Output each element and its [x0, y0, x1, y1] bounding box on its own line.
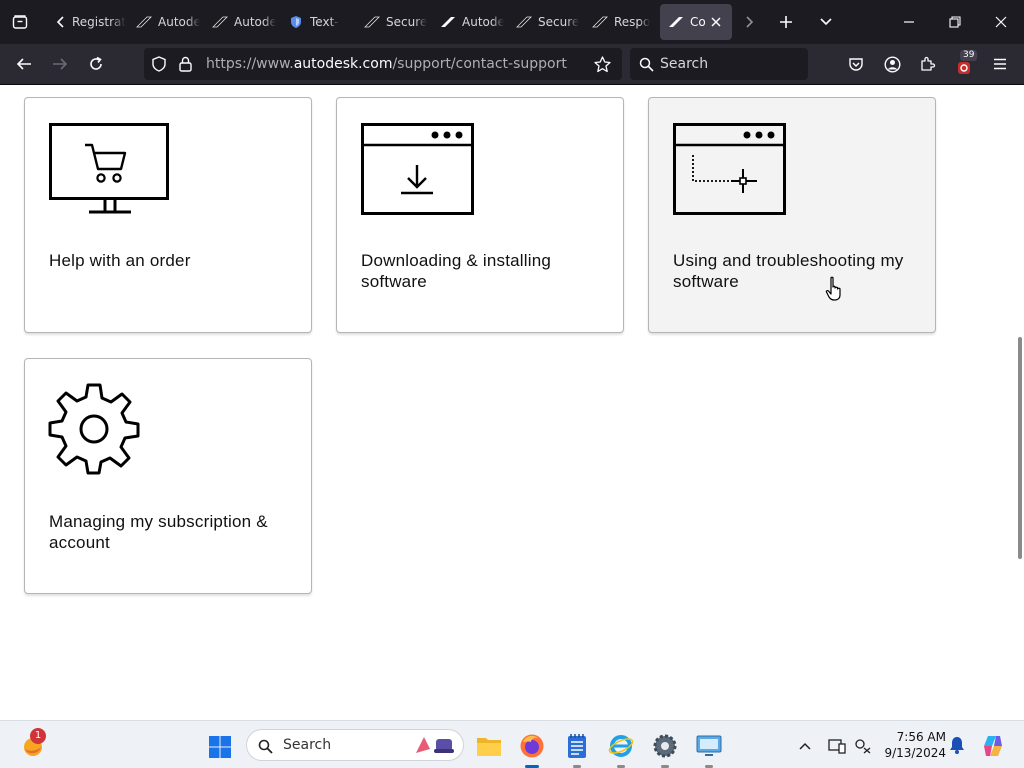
card-downloading-installing[interactable]: Downloading & installing software [336, 97, 624, 333]
url-prefix: https://www. [206, 56, 294, 72]
tab-registration[interactable]: Registration [70, 4, 126, 40]
network-status-icon[interactable] [852, 735, 874, 757]
autodesk-logo-icon [364, 14, 380, 30]
extension-count-badge: 39 [960, 50, 978, 61]
tab-respo[interactable]: Respo [584, 4, 656, 40]
taskbar-search-placeholder: Search [283, 737, 332, 753]
clock-date: 9/13/2024 [884, 746, 946, 760]
hand-pointer-cursor-icon [825, 276, 841, 301]
tab-secure-2[interactable]: Secure [508, 4, 580, 40]
tab-title: Text- [310, 15, 339, 29]
minimize-window-icon[interactable] [896, 10, 922, 34]
tab-autodesk-2[interactable]: Autodesk [204, 4, 276, 40]
internet-explorer-icon[interactable] [606, 731, 636, 761]
restore-window-icon[interactable] [942, 10, 968, 34]
account-icon[interactable] [880, 52, 904, 76]
url-path: /support/contact-support [392, 56, 567, 72]
reload-icon[interactable] [84, 52, 108, 76]
list-all-tabs-chevron-down-icon[interactable] [814, 10, 838, 34]
system-clock[interactable]: 7:56 AM 9/13/2024 [880, 729, 946, 761]
file-explorer-icon[interactable] [474, 731, 504, 761]
shield-icon [288, 14, 304, 30]
taskbar-search-box[interactable]: Search [246, 729, 464, 761]
autodesk-logo-icon [592, 14, 608, 30]
forward-arrow-icon[interactable] [48, 52, 72, 76]
widget-notification-badge: 1 [30, 728, 46, 744]
tab-title: Secure [386, 15, 428, 29]
tab-autodesk-3[interactable]: Autodesk [432, 4, 504, 40]
search-icon [638, 56, 654, 72]
search-icon [257, 738, 273, 754]
tab-title: Registration [72, 15, 126, 29]
search-placeholder: Search [660, 56, 709, 72]
url-host: autodesk.com [293, 56, 393, 72]
tab-autodesk-1[interactable]: Autodesk [128, 4, 200, 40]
address-bar[interactable]: https://www.autodesk.com/support/contact… [144, 48, 622, 80]
card-label: Downloading & installing software [361, 251, 552, 291]
page-scrollbar-thumb[interactable] [1018, 337, 1022, 559]
card-label: Help with an order [49, 251, 191, 270]
display-device-icon[interactable] [826, 735, 848, 757]
close-tab-icon[interactable] [708, 14, 724, 30]
tab-overview-icon[interactable] [8, 10, 32, 34]
copilot-icon[interactable] [978, 731, 1008, 761]
windows-taskbar: 1 Search 7:56 AM 9/13/2024 [0, 720, 1024, 768]
bookmark-star-icon[interactable] [592, 54, 612, 74]
tabs-scroll-right-icon[interactable] [738, 10, 760, 34]
lock-icon[interactable] [176, 55, 194, 73]
tab-title: Autodesk [462, 15, 504, 29]
close-window-icon[interactable] [988, 10, 1014, 34]
new-tab-icon[interactable] [774, 10, 798, 34]
software-window-icon [673, 123, 786, 215]
windows-start-icon[interactable] [206, 733, 234, 761]
tabs-scroll-left-icon[interactable] [50, 10, 72, 34]
tab-text[interactable]: Text- [280, 4, 352, 40]
shopping-cart-monitor-icon [49, 123, 169, 214]
firefox-icon[interactable] [517, 731, 547, 761]
autodesk-logo-icon [516, 14, 532, 30]
pocket-icon[interactable] [844, 52, 868, 76]
clock-time: 7:56 AM [896, 730, 946, 744]
tracking-protection-shield-icon[interactable] [150, 55, 168, 73]
search-bar[interactable]: Search [630, 48, 808, 80]
download-window-icon [361, 123, 474, 215]
notepad-icon[interactable] [562, 731, 592, 761]
autodesk-logo-icon [136, 14, 152, 30]
settings-gear-icon[interactable] [650, 731, 680, 761]
url-text: https://www.autodesk.com/support/contact… [206, 48, 567, 80]
tab-contact-support-active[interactable]: Co [660, 4, 732, 40]
tab-title: Autodesk [158, 15, 200, 29]
card-help-with-order[interactable]: Help with an order [24, 97, 312, 333]
card-label: Managing my subscription & account [49, 512, 268, 552]
back-arrow-icon[interactable] [12, 52, 36, 76]
autodesk-logo-icon [440, 14, 456, 30]
hamburger-menu-icon[interactable] [988, 52, 1012, 76]
notification-bell-icon[interactable] [946, 734, 968, 756]
navigation-toolbar: https://www.autodesk.com/support/contact… [0, 44, 1024, 85]
search-highlight-illustration-icon [411, 732, 459, 758]
gear-icon [48, 383, 140, 475]
card-managing-subscription[interactable]: Managing my subscription & account [24, 358, 312, 594]
autodesk-logo-icon [212, 14, 228, 30]
page-content: Help with an order Downloading & install… [0, 85, 1024, 720]
tab-title: Secure [538, 15, 580, 29]
card-label: Using and troubleshooting my software [673, 251, 904, 291]
tab-title: Respo [614, 15, 651, 29]
tab-bar: Registration Autodesk Autodesk Text- Sec… [0, 0, 1024, 44]
autodesk-logo-icon [668, 14, 684, 30]
extensions-puzzle-icon[interactable] [916, 52, 940, 76]
remote-desktop-icon[interactable] [694, 731, 724, 761]
tab-secure-1[interactable]: Secure [356, 4, 428, 40]
card-using-troubleshooting[interactable]: Using and troubleshooting my software [648, 97, 936, 333]
tab-title: Autodesk [234, 15, 276, 29]
show-hidden-icons-chevron-up-icon[interactable] [794, 735, 816, 757]
